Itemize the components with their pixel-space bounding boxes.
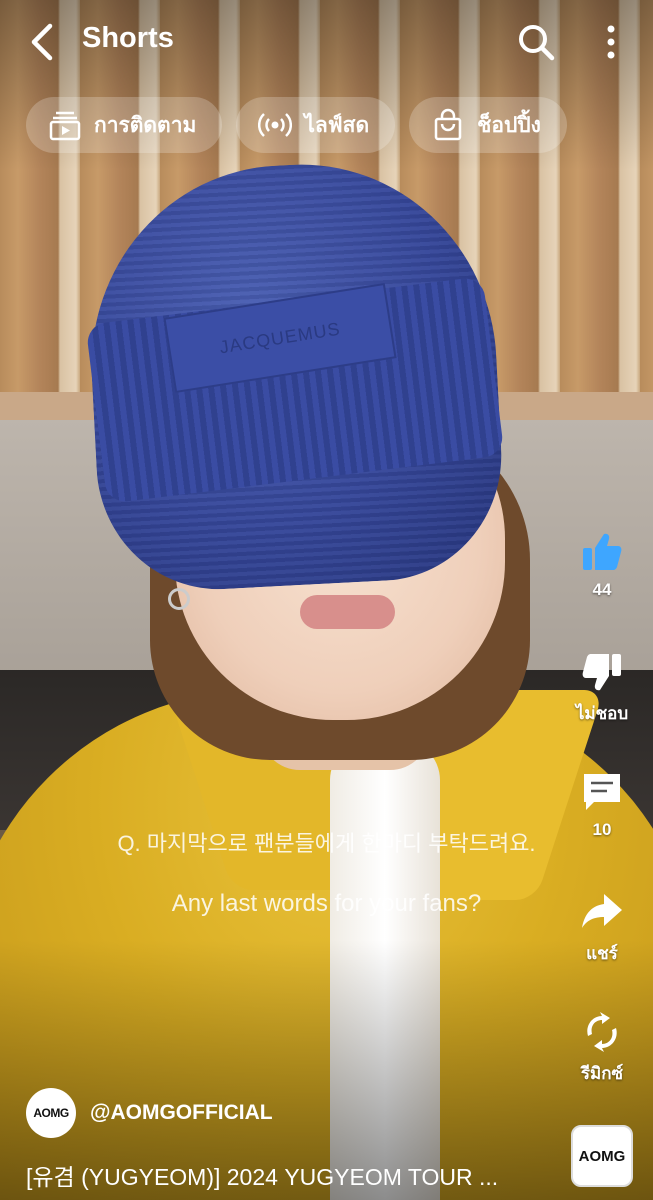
dislike-label: ไม่ชอบ <box>575 704 629 723</box>
sound-thumbnail[interactable]: AOMG <box>571 1125 633 1187</box>
channel-handle[interactable]: @AOMGOFFICIAL <box>90 1101 273 1125</box>
sound-thumbnail-text: AOMG <box>578 1147 626 1165</box>
earring <box>168 588 190 610</box>
channel-avatar[interactable]: AOMG <box>26 1088 76 1138</box>
lips <box>300 595 395 629</box>
like-button[interactable]: 44 <box>570 530 634 600</box>
subtitle-korean: Q. 마지막으로 팬분들에게 한마디 부탁드려요. <box>117 831 536 856</box>
filter-chips: การติดตาม ไลฟ์สด ช็อปปิ้ง <box>26 97 567 153</box>
search-icon[interactable] <box>516 22 556 62</box>
chip-shopping[interactable]: ช็อปปิ้ง <box>409 97 567 153</box>
subscriptions-icon <box>49 111 81 141</box>
remix-label: รีมิกซ์ <box>580 1064 624 1083</box>
beanie-patch-text: JACQUEMUS <box>218 318 342 357</box>
dislike-button[interactable]: ไม่ชอบ <box>570 650 634 727</box>
thumbs-down-icon <box>582 654 621 691</box>
chip-label: การติดตาม <box>94 113 197 137</box>
chip-label: ช็อปปิ้ง <box>477 113 541 137</box>
thumbs-up-icon <box>583 533 622 570</box>
live-broadcast-icon <box>258 113 293 137</box>
subtitle-english: Any last words for your fans? <box>171 890 482 917</box>
remix-button[interactable]: รีมิกซ์ <box>570 1010 634 1087</box>
chip-subscriptions[interactable]: การติดตาม <box>26 97 223 153</box>
chip-live[interactable]: ไลฟ์สด <box>236 97 396 153</box>
remix-icon <box>587 1012 617 1052</box>
share-label: แชร์ <box>586 944 618 963</box>
chip-label: ไลฟ์สด <box>304 113 370 137</box>
shopping-bag-icon <box>434 108 462 141</box>
top-bar: Shorts <box>0 0 653 84</box>
more-vertical-icon[interactable] <box>598 24 624 60</box>
video-frame[interactable]: JACQUEMUS <box>0 0 653 1200</box>
like-count: 44 <box>592 580 612 599</box>
comment-icon <box>584 774 620 810</box>
avatar-text: AOMG <box>33 1106 69 1120</box>
page-title: Shorts <box>82 22 174 54</box>
video-title[interactable]: [유겸 (YUGYEOM)] 2024 YUGYEOM TOUR ... <box>26 1158 546 1192</box>
chevron-left-icon[interactable] <box>24 20 64 64</box>
